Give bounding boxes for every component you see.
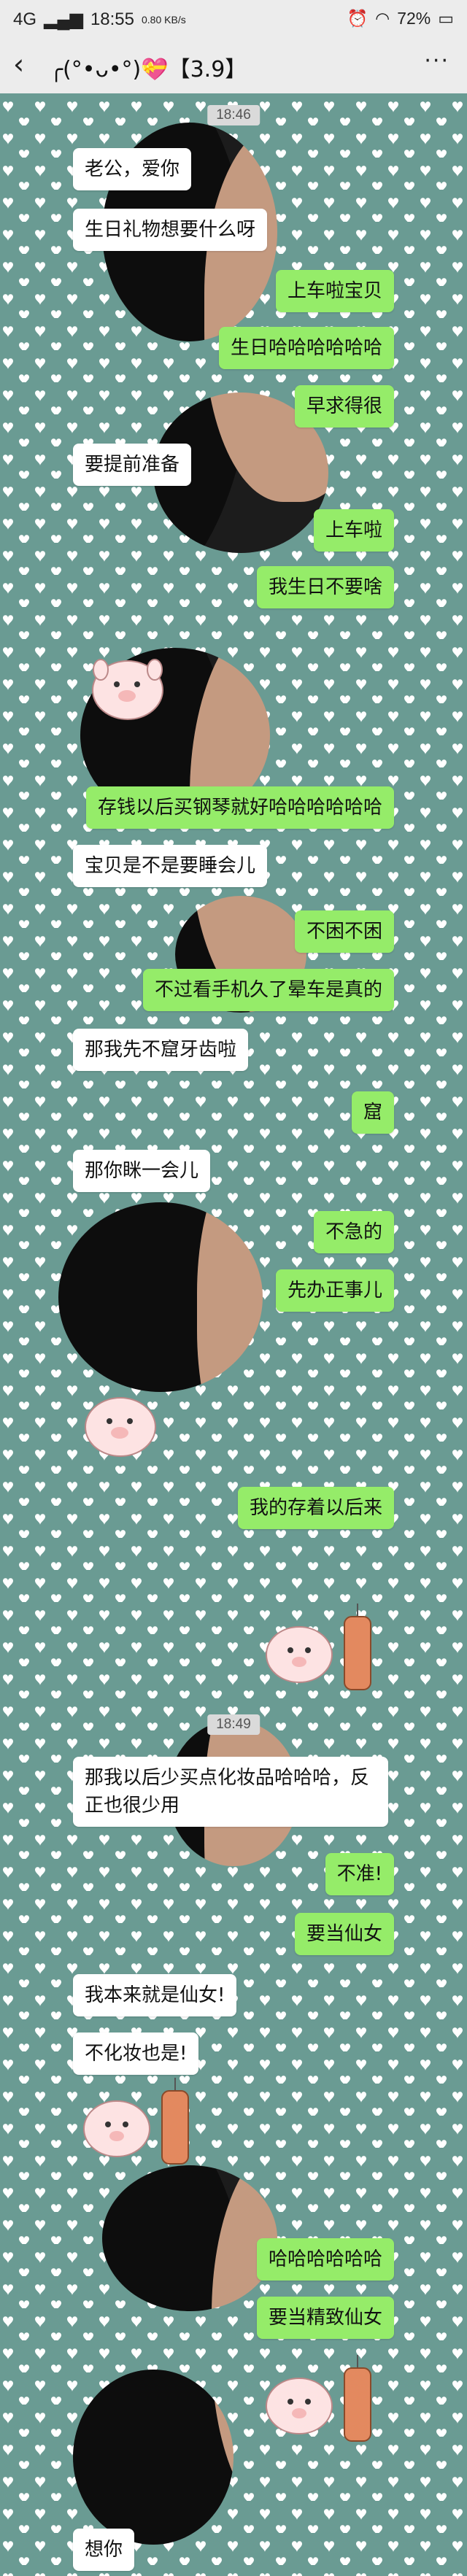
alarm-icon: ⏰ — [347, 9, 368, 28]
pig-punching-bag-sticker-2 — [73, 2078, 189, 2165]
message-right[interactable]: 先办正事儿 — [275, 1269, 394, 1312]
message-left[interactable]: 我本来就是仙女! — [73, 1974, 237, 2016]
message-left[interactable]: 那你眯一会儿 — [73, 1150, 211, 1192]
photo-5 — [22, 2114, 401, 2576]
message-left[interactable]: 那我先不窟牙齿啦 — [73, 1029, 249, 1071]
message-left[interactable]: 不化妆也是! — [73, 2032, 199, 2075]
message-right[interactable]: 不急的 — [313, 1211, 394, 1253]
message-left[interactable]: 宝贝是不是要睡会儿 — [73, 845, 268, 887]
pig-punching-bag-sticker-1 — [263, 1604, 371, 1690]
timestamp: 18:46 — [207, 105, 260, 125]
message-right[interactable]: 窟 — [351, 1091, 394, 1134]
status-bar: 4G ▂▄▆ 18:55 0.80 KB/s ⏰ ◠ 72% ▭ — [0, 0, 467, 38]
message-right[interactable]: 不困不困 — [294, 910, 394, 953]
message-right[interactable]: 上车啦 — [313, 509, 394, 552]
message-left[interactable]: 生日礼物想要什么呀 — [73, 209, 268, 251]
message-left[interactable]: 想你 — [73, 2529, 135, 2571]
more-icon[interactable]: ··· — [424, 48, 449, 74]
pig-punching-bag-sticker-3 — [263, 2355, 371, 2442]
battery-icon: ▭ — [438, 9, 454, 28]
message-right[interactable]: 上车啦宝贝 — [275, 270, 394, 312]
message-left[interactable]: 老公，爱你 — [73, 148, 192, 190]
message-right[interactable]: 哈哈哈哈哈哈 — [256, 2238, 394, 2281]
message-right[interactable]: 要当精致仙女 — [256, 2297, 394, 2339]
message-right[interactable]: 不准! — [325, 1853, 394, 1895]
chat-area[interactable]: 18:46 老公，爱你 生日礼物想要什么呀 上车啦宝贝 生日哈哈哈哈哈哈 早求得… — [0, 93, 467, 2576]
message-right[interactable]: 要当仙女 — [294, 1913, 394, 1955]
status-left: 4G ▂▄▆ 18:55 0.80 KB/s — [13, 9, 186, 30]
network-speed: 0.80 KB/s — [142, 13, 186, 26]
back-icon[interactable]: ‹ — [13, 48, 24, 80]
chat-header: ‹ ╭(°•ᴗ•°)💝【3.9】 ··· — [0, 38, 467, 94]
status-time: 18:55 — [90, 9, 134, 29]
message-left[interactable]: 那我以后少买点化妆品哈哈哈，反正也很少用 — [73, 1757, 388, 1827]
timestamp: 18:49 — [207, 1714, 260, 1735]
wifi-icon: ◠ — [375, 9, 390, 28]
message-right[interactable]: 存钱以后买钢琴就好哈哈哈哈哈哈 — [85, 786, 394, 829]
signal-icon: ▂▄▆ — [44, 9, 83, 29]
message-left[interactable]: 要提前准备 — [73, 444, 192, 486]
chat-title: ╭(°•ᴗ•°)💝【3.9】 — [50, 57, 247, 82]
network-indicator: 4G — [13, 9, 37, 29]
message-right[interactable]: 我生日不要啥 — [256, 566, 394, 608]
message-right[interactable]: 生日哈哈哈哈哈哈 — [218, 327, 394, 369]
message-right[interactable]: 我的存着以后来 — [237, 1487, 394, 1529]
status-right: ⏰ ◠ 72% ▭ — [347, 9, 455, 28]
message-right[interactable]: 早求得很 — [294, 385, 394, 428]
pig-sticker-2 — [80, 1385, 168, 1465]
message-right[interactable]: 不过看手机久了晕车是真的 — [142, 969, 394, 1011]
pig-sticker-1 — [88, 648, 175, 728]
battery-percent: 72% — [397, 9, 431, 28]
